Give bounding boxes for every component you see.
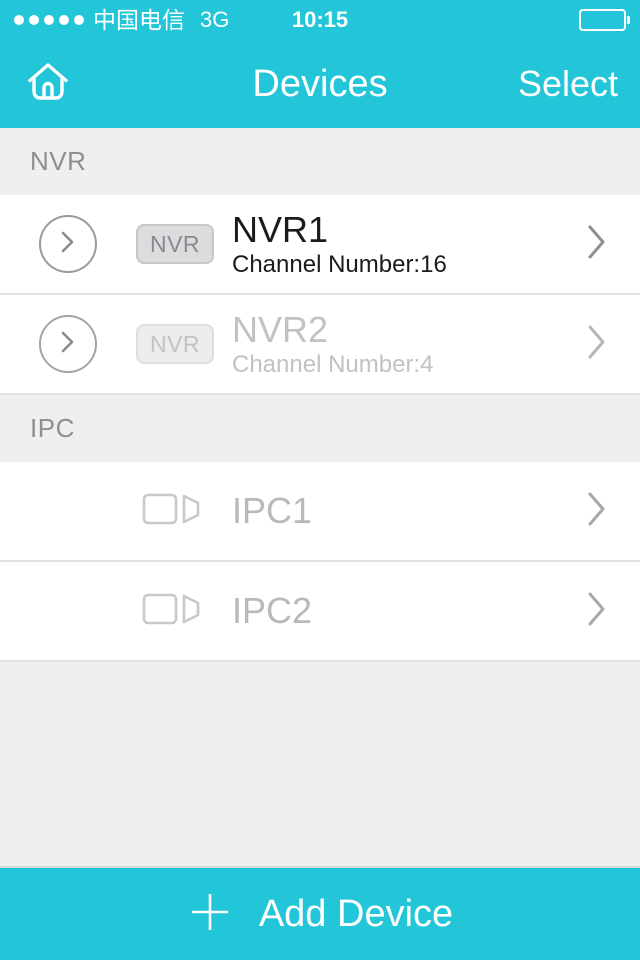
home-button[interactable] [22, 58, 74, 110]
chevron-right-icon [584, 221, 610, 268]
row-text-cell: NVR1 Channel Number:16 [232, 208, 554, 279]
expand-cell [0, 215, 136, 273]
device-channel-count: Channel Number:4 [232, 351, 434, 379]
table-row[interactable]: NVR NVR2 Channel Number:4 [0, 295, 640, 395]
chevron-right-circle-icon [57, 328, 79, 361]
row-text-cell: IPC2 [232, 592, 554, 630]
signal-dot [44, 15, 54, 25]
device-name: IPC2 [232, 590, 313, 632]
select-button[interactable]: Select [518, 66, 618, 102]
table-row[interactable]: IPC2 [0, 562, 640, 662]
expand-cell [0, 315, 136, 373]
navigation-bar: Devices Select [0, 40, 640, 128]
signal-dot [59, 15, 69, 25]
chevron-right-icon [584, 488, 610, 535]
row-text-cell: IPC1 [232, 492, 554, 530]
chevron-right-icon [584, 588, 610, 635]
video-camera-icon [142, 490, 204, 533]
chevron-right-circle-icon [57, 228, 79, 261]
add-device-label: Add Device [258, 893, 454, 935]
device-name: NVR1 [232, 208, 329, 250]
section-header-nvr: NVR [0, 128, 640, 195]
section-header-ipc: IPC [0, 395, 640, 462]
chevron-right-icon [584, 321, 610, 368]
network-type-label: 3G [200, 7, 230, 32]
disclosure-cell[interactable] [554, 221, 640, 268]
plus-icon [187, 889, 233, 940]
video-camera-icon [142, 590, 204, 633]
device-type-badge: NVR [136, 224, 214, 264]
device-list: NVR NVR NVR1 Channel Number:16 NVR NVR2 … [0, 128, 640, 866]
status-bar-left: 中国电信 3G [14, 6, 230, 33]
signal-strength-dots [14, 15, 84, 25]
signal-dot [29, 15, 39, 25]
camera-icon-cell [0, 590, 232, 633]
device-name: IPC1 [232, 490, 313, 532]
status-bar: 中国电信 3G 10:15 [0, 0, 640, 40]
badge-cell: NVR [136, 224, 232, 264]
expand-button[interactable] [39, 315, 97, 373]
camera-icon-cell [0, 490, 232, 533]
badge-cell: NVR [136, 324, 232, 364]
list-empty-space [0, 662, 640, 866]
disclosure-cell[interactable] [554, 488, 640, 535]
device-type-badge: NVR [136, 324, 214, 364]
expand-button[interactable] [39, 215, 97, 273]
signal-dot [14, 15, 24, 25]
table-row[interactable]: NVR NVR1 Channel Number:16 [0, 195, 640, 295]
row-text-cell: NVR2 Channel Number:4 [232, 308, 554, 379]
device-name: NVR2 [232, 308, 329, 350]
table-row[interactable]: IPC1 [0, 462, 640, 562]
disclosure-cell[interactable] [554, 588, 640, 635]
carrier-label: 中国电信 [93, 6, 185, 33]
signal-dot [74, 15, 84, 25]
battery-icon [579, 9, 626, 31]
device-channel-count: Channel Number:16 [232, 251, 447, 279]
disclosure-cell[interactable] [554, 321, 640, 368]
status-bar-right [579, 9, 626, 31]
app-screen: 中国电信 3G 10:15 Devices Select NVR NVR NVR… [0, 0, 640, 960]
home-icon [25, 60, 71, 109]
add-device-button[interactable]: Add Device [0, 866, 640, 960]
